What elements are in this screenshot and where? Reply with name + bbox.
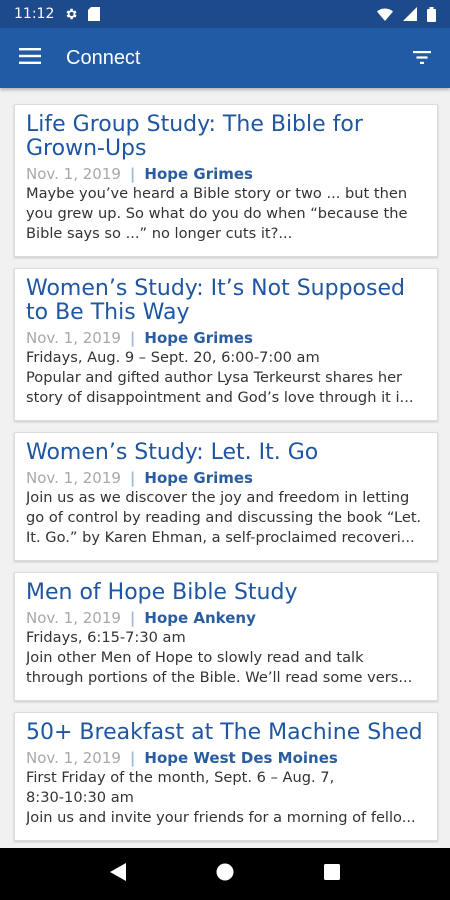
event-card[interactable]: Men of Hope Bible Study Nov. 1, 2019 | H…	[14, 572, 438, 701]
recents-button[interactable]	[324, 864, 340, 884]
event-date: Nov. 1, 2019	[26, 609, 121, 627]
event-meta: Nov. 1, 2019 | Hope West Des Moines	[26, 748, 425, 768]
page-title: Connect	[66, 46, 141, 69]
event-text-line: Join us as we discover the joy and freed…	[26, 489, 410, 506]
wifi-icon	[377, 8, 393, 21]
event-title: Women’s Study: Let. It. Go	[26, 440, 319, 465]
meta-divider: |	[129, 165, 136, 183]
event-text-line: Fridays, Aug. 9 – Sept. 20, 6:00-7:00 am	[26, 349, 320, 366]
event-date: Nov. 1, 2019	[26, 469, 121, 487]
status-time: 11:12	[14, 6, 55, 22]
event-location: Hope West Des Moines	[144, 749, 338, 767]
back-triangle-icon	[110, 863, 126, 885]
event-location: Hope Grimes	[144, 165, 253, 183]
event-text-line: go of control by reading and discussing …	[26, 509, 422, 526]
event-meta: Nov. 1, 2019 | Hope Ankeny	[26, 608, 425, 628]
event-meta: Nov. 1, 2019 | Hope Grimes	[26, 164, 425, 184]
event-text-line: you grew up. So what do you do when “bec…	[26, 205, 408, 222]
event-text-line: It. Go.” by Karen Ehman, a self-proclaim…	[26, 529, 415, 546]
home-circle-icon	[216, 863, 234, 885]
event-text-line: story of disappointment and God’s love t…	[26, 389, 414, 406]
event-card[interactable]: 50+ Breakfast at The Machine Shed Nov. 1…	[14, 712, 438, 841]
recents-square-icon	[324, 864, 340, 884]
menu-button[interactable]	[0, 28, 60, 88]
event-text-line: Join other Men of Hope to slowly read an…	[26, 649, 364, 666]
event-date: Nov. 1, 2019	[26, 165, 121, 183]
event-text-line: through portions of the Bible. We’ll rea…	[26, 669, 413, 686]
filter-button[interactable]	[394, 28, 450, 88]
event-date: Nov. 1, 2019	[26, 749, 121, 767]
event-location: Hope Grimes	[144, 469, 253, 487]
meta-divider: |	[129, 749, 136, 767]
event-text-line: Popular and gifted author Lysa Terkeurst…	[26, 369, 403, 386]
back-button[interactable]	[110, 863, 126, 885]
event-text-line: First Friday of the month, Sept. 6 – Aug…	[26, 769, 335, 786]
filter-icon	[413, 49, 431, 68]
home-button[interactable]	[216, 863, 234, 885]
event-title: Life Group Study: The Bible for Grown-Up…	[26, 112, 363, 161]
event-text-line: Fridays, 6:15-7:30 am	[26, 629, 186, 646]
event-card[interactable]: Women’s Study: It’s Not Supposed to Be T…	[14, 268, 438, 421]
event-title: Men of Hope Bible Study	[26, 580, 298, 605]
sd-card-icon	[88, 7, 101, 21]
meta-divider: |	[129, 469, 136, 487]
event-title: Women’s Study: It’s Not Supposed to Be T…	[26, 276, 405, 325]
event-title: 50+ Breakfast at The Machine Shed	[26, 720, 423, 745]
battery-icon	[427, 6, 436, 22]
app-bar: Connect	[0, 28, 450, 88]
event-card[interactable]: Women’s Study: Let. It. Go Nov. 1, 2019 …	[14, 432, 438, 561]
event-location: Hope Ankeny	[144, 609, 256, 627]
event-date: Nov. 1, 2019	[26, 329, 121, 347]
cell-signal-icon	[403, 7, 417, 21]
hamburger-menu-icon	[19, 48, 41, 68]
status-bar: 11:12	[0, 0, 450, 28]
event-text-line: Join us and invite your friends for a mo…	[26, 809, 416, 826]
event-list[interactable]: Life Group Study: The Bible for Grown-Up…	[0, 88, 450, 848]
event-meta: Nov. 1, 2019 | Hope Grimes	[26, 328, 425, 348]
meta-divider: |	[129, 609, 136, 627]
event-text-line: Maybe you’ve heard a Bible story or two …	[26, 185, 408, 202]
system-nav-bar	[0, 848, 450, 900]
event-card[interactable]: Life Group Study: The Bible for Grown-Up…	[14, 104, 438, 257]
event-text-line: Bible says so ...” no longer cuts it?...	[26, 225, 293, 242]
meta-divider: |	[129, 329, 136, 347]
event-text-line: 8:30-10:30 am	[26, 789, 134, 806]
event-location: Hope Grimes	[144, 329, 253, 347]
event-meta: Nov. 1, 2019 | Hope Grimes	[26, 468, 425, 488]
settings-gear-icon	[64, 7, 78, 21]
